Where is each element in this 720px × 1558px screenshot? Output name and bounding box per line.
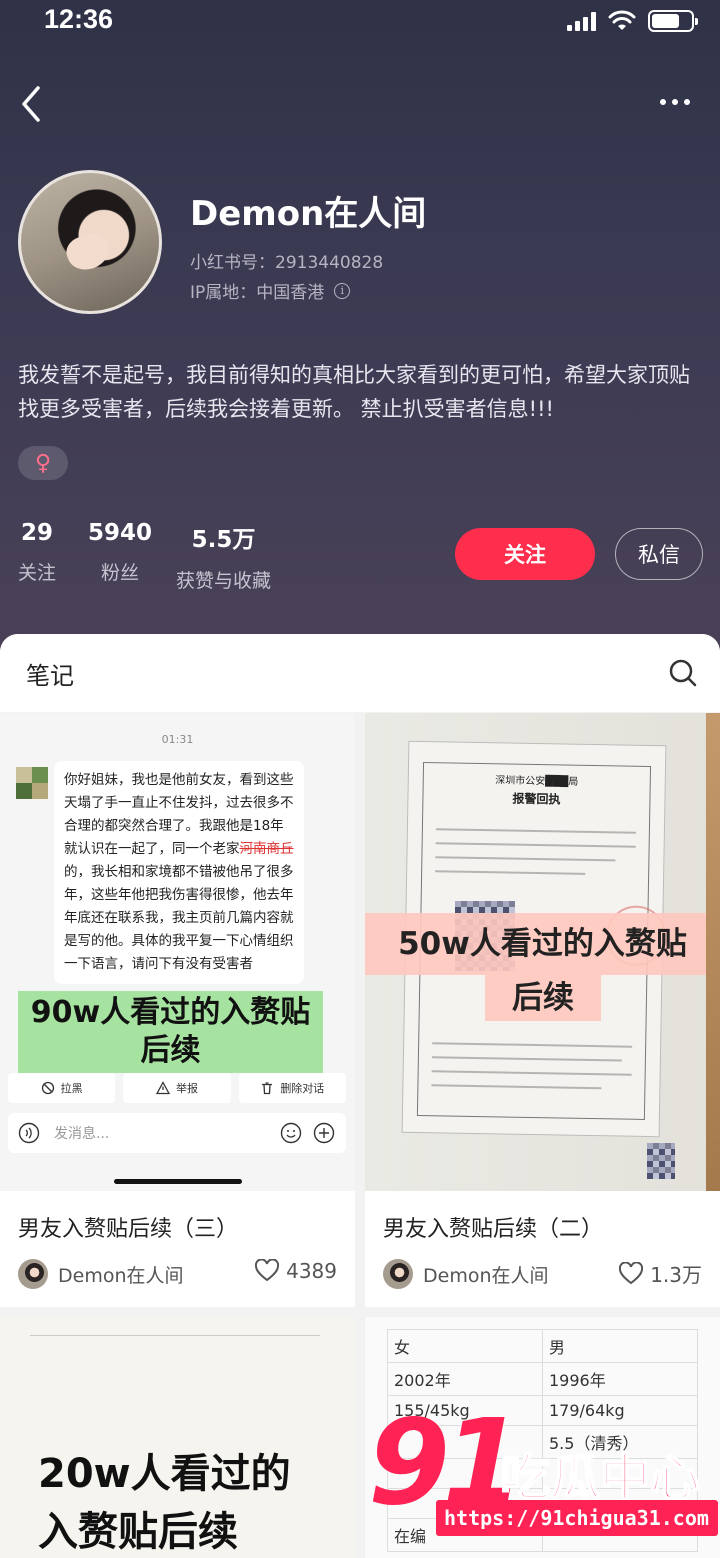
stat-likes-collects-count: 5.5万 xyxy=(191,527,256,553)
stat-followers-label: 粉丝 xyxy=(101,562,140,584)
note-likes[interactable]: 4389 xyxy=(254,1259,337,1283)
back-button[interactable] xyxy=(16,84,52,128)
block-action: 拉黑 xyxy=(8,1073,116,1103)
status-time: 12:36 xyxy=(44,4,114,34)
likes-count: 1.3万 xyxy=(650,1263,702,1287)
likes-count: 4389 xyxy=(286,1259,337,1283)
heart-icon xyxy=(255,1259,280,1282)
table-row: 2002年 1996年 xyxy=(387,1362,698,1396)
site-watermark: 91 吃瓜中心 https://91chigua31.com xyxy=(368,1402,720,1558)
heart-icon xyxy=(619,1261,644,1284)
stat-likes-collects[interactable]: 5.5万 获赞与收藏 xyxy=(176,520,271,593)
cover-banner: 50w人看过的入赘贴 xyxy=(365,913,720,975)
author-name: Demon在人间 xyxy=(423,1264,549,1287)
dot-icon xyxy=(672,99,678,105)
stat-following-count: 29 xyxy=(21,520,54,546)
note-cover-image: 深圳市公安███局 报警回执 50w人看过的入赘贴 后续 xyxy=(365,713,720,1191)
profile-redbook-id: 小红书号：2913440828 xyxy=(190,253,384,273)
home-indicator xyxy=(114,1179,242,1184)
voice-icon xyxy=(18,1122,40,1144)
cover-banner-line2: 后续 xyxy=(485,975,601,1021)
battery-icon xyxy=(648,10,698,32)
note-author[interactable]: Demon在人间 xyxy=(383,1259,549,1289)
author-name: Demon在人间 xyxy=(58,1264,184,1287)
chat-input-placeholder: 发消息... xyxy=(54,1126,110,1142)
status-bar: 12:36 xyxy=(0,0,720,44)
wifi-icon xyxy=(608,10,636,30)
watermark-url: https://91chigua31.com xyxy=(436,1500,718,1536)
dot-icon xyxy=(684,99,690,105)
trash-icon xyxy=(262,1082,273,1095)
author-avatar xyxy=(383,1259,413,1289)
chat-actions: 拉黑 举报 删除对话 xyxy=(8,1073,346,1103)
more-options-button[interactable] xyxy=(660,88,700,116)
cover-banner: 90w人看过的入赘贴 后续 xyxy=(18,991,323,1073)
profile-avatar[interactable] xyxy=(18,170,162,314)
gender-badge: ♀ xyxy=(18,446,68,480)
tab-notes[interactable]: 笔记 xyxy=(26,656,74,691)
block-icon xyxy=(41,1081,54,1095)
note-cover-image: 01:31 你好姐妹，我也是他前女友，看到这些天塌了手一直止不住发抖，过去很多不… xyxy=(0,713,355,1191)
dot-icon xyxy=(660,99,666,105)
stat-followers-count: 5940 xyxy=(88,520,153,546)
chevron-left-icon xyxy=(22,86,40,122)
note-card[interactable]: 深圳市公安███局 报警回执 50w人看过的入赘贴 后续 男友入赘贴后续（二） … xyxy=(365,713,720,1307)
follow-button[interactable]: 关注 xyxy=(455,528,595,580)
stat-following[interactable]: 29 关注 xyxy=(18,520,56,585)
stat-likes-collects-label: 获赞与收藏 xyxy=(176,570,272,592)
status-icons xyxy=(567,10,698,32)
note-cover-image: 20w人看过的 入赘贴后续 xyxy=(0,1317,355,1558)
note-title: 男友入赘贴后续（三） xyxy=(18,1217,239,1242)
profile-bio: 我发誓不是起号，我目前得知的真相比大家看到的更可怕，希望大家顶贴找更多受害者，后… xyxy=(18,363,690,421)
delete-chat-action: 删除对话 xyxy=(238,1073,346,1103)
chat-message: 你好姐妹，我也是他前女友，看到这些天塌了手一直止不住发抖，过去很多不合理的都突然… xyxy=(54,761,304,984)
note-author[interactable]: Demon在人间 xyxy=(18,1259,184,1289)
profile-ip-location: IP属地：中国香港 i xyxy=(190,278,351,303)
note-title: 男友入赘贴后续（二） xyxy=(383,1217,604,1242)
chat-avatar xyxy=(16,767,48,799)
author-avatar xyxy=(18,1259,48,1289)
warning-icon xyxy=(155,1081,170,1095)
report-action: 举报 xyxy=(123,1073,231,1103)
emoji-icon xyxy=(280,1122,302,1144)
note-likes[interactable]: 1.3万 xyxy=(618,1259,702,1288)
censored-area xyxy=(647,1143,675,1179)
cellular-signal-icon xyxy=(567,11,596,31)
message-button[interactable]: 私信 xyxy=(615,528,703,580)
stat-followers[interactable]: 5940 粉丝 xyxy=(88,520,152,585)
ip-location-text: IP属地：中国香港 xyxy=(190,283,325,303)
search-icon[interactable] xyxy=(668,658,698,688)
profile-username: Demon在人间 xyxy=(190,194,427,234)
cover-text: 20w人看过的 入赘贴后续 xyxy=(38,1451,291,1555)
note-card[interactable]: 20w人看过的 入赘贴后续 xyxy=(0,1317,355,1558)
stat-following-label: 关注 xyxy=(18,562,57,584)
info-icon[interactable]: i xyxy=(334,282,351,299)
chat-time: 01:31 xyxy=(161,733,194,746)
notes-tabbar: 笔记 xyxy=(0,634,720,712)
note-card[interactable]: 01:31 你好姐妹，我也是他前女友，看到这些天塌了手一直止不住发抖，过去很多不… xyxy=(0,713,355,1307)
female-icon: ♀ xyxy=(34,450,52,476)
table-row: 女男 xyxy=(387,1329,698,1363)
chat-input: 发消息... xyxy=(8,1113,346,1153)
add-icon xyxy=(313,1122,335,1144)
